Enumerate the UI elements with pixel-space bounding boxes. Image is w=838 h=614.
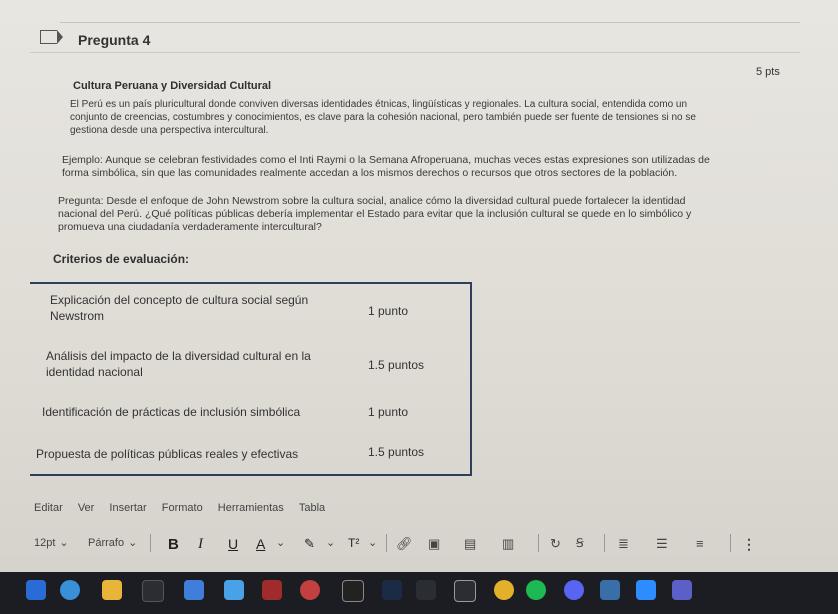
- chevron-down-icon: ⌄: [59, 537, 69, 549]
- previous-question-edge: [60, 0, 800, 23]
- teams-icon[interactable]: [672, 580, 692, 600]
- criteria-heading: Criterios de evaluación:: [53, 252, 190, 266]
- italic-button[interactable]: I: [198, 536, 203, 553]
- paragraph-context: El Perú es un país pluricultural donde c…: [70, 98, 800, 137]
- chevron-down-icon[interactable]: ⌄: [326, 536, 335, 549]
- paragraph-question: Pregunta: Desde el enfoque de John Newst…: [58, 195, 798, 234]
- taskbar: [0, 572, 838, 614]
- page: Pregunta 4 5 pts Cultura Peruana y Diver…: [0, 0, 838, 614]
- paragraph-line: Pregunta: Desde el enfoque de John Newst…: [58, 195, 686, 207]
- chrome-icon[interactable]: [494, 580, 514, 600]
- app-icon[interactable]: [184, 580, 204, 600]
- paragraph-line: forma simbólica, sin que las comunidades…: [62, 167, 678, 179]
- criteria-row-label: Identificación de prácticas de inclusión…: [42, 404, 300, 420]
- autocad-icon[interactable]: [300, 580, 320, 600]
- bullet-list-icon[interactable]: ☰: [656, 536, 668, 552]
- font-color-button[interactable]: A: [256, 536, 265, 552]
- paragraph-line: promueva una ciudadanía verdaderamente i…: [58, 221, 322, 233]
- clear-format-icon[interactable]: Ꞩ: [576, 536, 584, 550]
- chevron-down-icon: ⌄: [128, 537, 138, 549]
- notepad-icon[interactable]: [600, 580, 620, 600]
- menu-insertar[interactable]: Insertar: [109, 502, 146, 514]
- paragraph-line: El Perú es un país pluricultural donde c…: [70, 99, 688, 110]
- criteria-line: Explicación del concepto de cultura soci…: [50, 293, 309, 307]
- photos-icon[interactable]: [224, 580, 244, 600]
- more-icon[interactable]: ⋮: [742, 536, 756, 553]
- files-icon[interactable]: [102, 580, 122, 600]
- paragraph-line: Ejemplo: Aunque se celebran festividades…: [62, 154, 710, 166]
- menu-tabla[interactable]: Tabla: [299, 502, 325, 514]
- media-icon[interactable]: ▤: [464, 536, 476, 552]
- underline-button[interactable]: U: [228, 536, 238, 552]
- font-size-select[interactable]: 12pt ⌄: [34, 536, 69, 550]
- paragraph-example: Ejemplo: Aunque se celebran festividades…: [62, 154, 802, 180]
- toolbar-divider: [604, 534, 605, 552]
- document-icon[interactable]: ▥: [502, 536, 514, 552]
- paragraph-line: conjunto de creencias, costumbres y cono…: [70, 112, 696, 123]
- steam-icon[interactable]: [382, 580, 402, 600]
- browser-icon[interactable]: [60, 580, 80, 600]
- criteria-row-label: Análisis del impacto de la diversidad cu…: [46, 348, 311, 380]
- capcut-icon[interactable]: [342, 580, 364, 602]
- menu-formato[interactable]: Formato: [162, 502, 203, 514]
- zoom-icon[interactable]: [636, 580, 656, 600]
- highlight-icon[interactable]: ✎: [304, 536, 315, 552]
- store-icon[interactable]: [142, 580, 164, 602]
- criteria-row-points: 1.5 puntos: [368, 358, 425, 372]
- menu-editar[interactable]: Editar: [34, 502, 63, 514]
- criteria-row-points: 1 punto: [368, 405, 409, 419]
- editor-toolbar: 12pt ⌄ Párrafo ⌄ B I U A ⌄ ✎ ⌄ T² ⌄ 🔗︎ ▣…: [30, 528, 810, 558]
- chevron-down-icon[interactable]: ⌄: [276, 536, 285, 549]
- gmail-icon[interactable]: [416, 580, 436, 600]
- question-header: Pregunta 4: [30, 22, 800, 53]
- criteria-line: Newstrom: [50, 309, 105, 323]
- toolbar-divider: [538, 534, 539, 552]
- criteria-row-label: Explicación del concepto de cultura soci…: [50, 292, 308, 324]
- image-icon[interactable]: ▣: [428, 536, 440, 552]
- spotify-icon[interactable]: [526, 580, 546, 600]
- font-size-value: 12pt: [34, 536, 56, 549]
- criteria-row-points: 1.5 puntos: [368, 445, 425, 459]
- chevron-down-icon[interactable]: ⌄: [368, 536, 377, 549]
- bold-button[interactable]: B: [168, 536, 179, 553]
- question-subtitle: Cultura Peruana y Diversidad Cultural: [73, 80, 272, 92]
- question-title: Pregunta 4: [78, 32, 151, 48]
- link-icon[interactable]: 🔗︎: [396, 536, 413, 552]
- question-points: 5 pts: [756, 66, 780, 78]
- criteria-row-label: Propuesta de políticas públicas reales y…: [36, 446, 298, 462]
- criteria-table: Explicación del concepto de cultura soci…: [30, 282, 472, 476]
- editor-menubar: Editar Ver Insertar Formato Herramientas…: [34, 502, 337, 514]
- criteria-line: identidad nacional: [46, 365, 143, 379]
- paragraph-select[interactable]: Párrafo ⌄: [88, 536, 138, 550]
- criteria-line: Propuesta de políticas públicas reales y…: [36, 447, 299, 461]
- criteria-row-points: 1 punto: [368, 304, 409, 318]
- antivirus-icon[interactable]: [262, 580, 282, 600]
- paragraph-line: nacional del Perú. ¿Qué políticas públic…: [58, 208, 692, 220]
- menu-herramientas[interactable]: Herramientas: [218, 502, 284, 514]
- paragraph-line: gestiona desde una perspectiva intercult…: [70, 125, 269, 136]
- toolbar-divider: [150, 534, 151, 552]
- criteria-line: Identificación de prácticas de inclusión…: [42, 405, 301, 419]
- numbered-list-icon[interactable]: ≡: [696, 536, 704, 551]
- menu-ver[interactable]: Ver: [78, 502, 95, 514]
- windows-icon[interactable]: [26, 580, 46, 600]
- paragraph-value: Párrafo: [88, 536, 125, 549]
- plugin-icon[interactable]: ↻: [550, 536, 561, 552]
- align-icon[interactable]: ≣: [618, 536, 629, 552]
- toolbar-divider: [730, 534, 731, 552]
- discord-icon[interactable]: [564, 580, 584, 600]
- flag-icon[interactable]: [40, 30, 63, 44]
- superscript-button[interactable]: T²: [348, 536, 359, 550]
- criteria-line: Análisis del impacto de la diversidad cu…: [46, 349, 311, 363]
- epic-icon[interactable]: [454, 580, 476, 602]
- toolbar-divider: [386, 534, 387, 552]
